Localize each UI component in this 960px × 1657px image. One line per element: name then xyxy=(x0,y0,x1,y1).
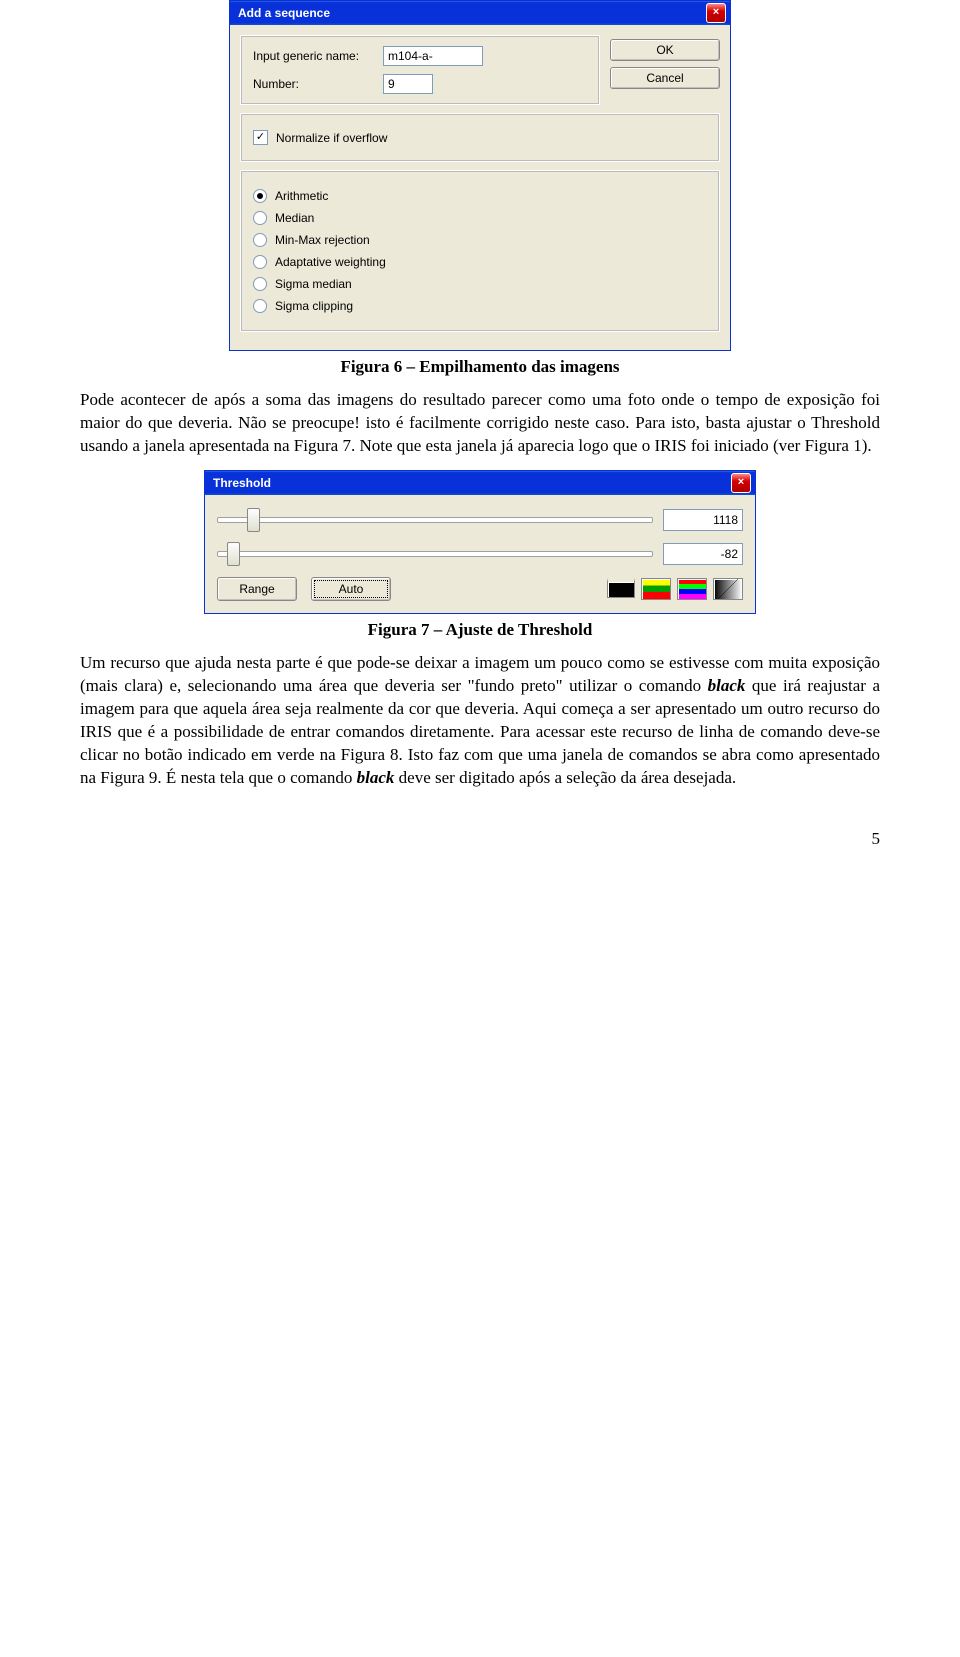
paragraph-2: Um recurso que ajuda nesta parte é que p… xyxy=(80,652,880,790)
value-high[interactable]: 1118 xyxy=(663,509,743,531)
para2-c: deve ser digitado após a seleção da área… xyxy=(394,768,736,787)
radio-sigma-median[interactable]: Sigma median xyxy=(253,277,707,291)
radio-label: Sigma median xyxy=(275,277,352,291)
titlebar: Add a sequence × xyxy=(230,1,730,25)
palette-black-icon[interactable] xyxy=(607,578,635,598)
cancel-button[interactable]: Cancel xyxy=(610,67,720,89)
ok-button[interactable]: OK xyxy=(610,39,720,61)
radio-label: Min-Max rejection xyxy=(275,233,370,247)
value-low[interactable]: -82 xyxy=(663,543,743,565)
radio-median[interactable]: Median xyxy=(253,211,707,225)
palette-rainbow-icon[interactable] xyxy=(677,578,707,600)
radio-label: Adaptative weighting xyxy=(275,255,386,269)
page-number: 5 xyxy=(80,829,880,849)
slider-high[interactable] xyxy=(217,510,653,530)
close-icon[interactable]: × xyxy=(731,473,751,493)
name-number-group: Input generic name: Number: xyxy=(240,35,600,105)
radio-label: Sigma clipping xyxy=(275,299,353,313)
slider-thumb-icon[interactable] xyxy=(227,542,240,566)
input-generic-name[interactable] xyxy=(383,46,483,66)
number-label: Number: xyxy=(253,77,383,91)
number-input[interactable] xyxy=(383,74,433,94)
radio-icon xyxy=(253,255,267,269)
radio-label: Median xyxy=(275,211,314,225)
dialog-title: Add a sequence xyxy=(238,6,706,20)
radio-minmax[interactable]: Min-Max rejection xyxy=(253,233,707,247)
normalize-checkbox-row[interactable]: ✓ Normalize if overflow xyxy=(253,130,707,145)
palette-swatch-group xyxy=(607,578,743,600)
figure7-caption: Figura 7 – Ajuste de Threshold xyxy=(80,620,880,640)
auto-button[interactable]: Auto xyxy=(311,577,391,601)
palette-gradient-icon[interactable] xyxy=(713,578,743,600)
black-command-1: black xyxy=(708,676,746,695)
radio-adaptative[interactable]: Adaptative weighting xyxy=(253,255,707,269)
radio-icon xyxy=(253,299,267,313)
add-sequence-dialog: Add a sequence × Input generic name: Num… xyxy=(229,0,731,351)
input-name-label: Input generic name: xyxy=(253,49,383,63)
radio-icon xyxy=(253,277,267,291)
normalize-label: Normalize if overflow xyxy=(276,131,387,145)
figure6-caption: Figura 6 – Empilhamento das imagens xyxy=(80,357,880,377)
titlebar: Threshold × xyxy=(205,471,755,495)
radio-label: Arithmetic xyxy=(275,189,328,203)
radio-arithmetic[interactable]: Arithmetic xyxy=(253,189,707,203)
close-icon[interactable]: × xyxy=(706,3,726,23)
radio-icon xyxy=(253,189,267,203)
dialog-title: Threshold xyxy=(213,476,731,490)
slider-low-row: -82 xyxy=(217,543,743,565)
slider-high-row: 1118 xyxy=(217,509,743,531)
range-button[interactable]: Range xyxy=(217,577,297,601)
threshold-dialog: Threshold × 1118 -82 Range Auto xyxy=(204,470,756,614)
palette-tricolor-icon[interactable] xyxy=(641,578,671,600)
checkbox-icon: ✓ xyxy=(253,130,268,145)
paragraph-1: Pode acontecer de após a soma das imagen… xyxy=(80,389,880,458)
radio-sigma-clipping[interactable]: Sigma clipping xyxy=(253,299,707,313)
slider-thumb-icon[interactable] xyxy=(247,508,260,532)
black-command-2: black xyxy=(357,768,395,787)
normalize-group: ✓ Normalize if overflow xyxy=(240,113,720,162)
method-radio-group: Arithmetic Median Min-Max rejection Adap… xyxy=(240,170,720,332)
radio-icon xyxy=(253,211,267,225)
slider-low[interactable] xyxy=(217,544,653,564)
radio-icon xyxy=(253,233,267,247)
